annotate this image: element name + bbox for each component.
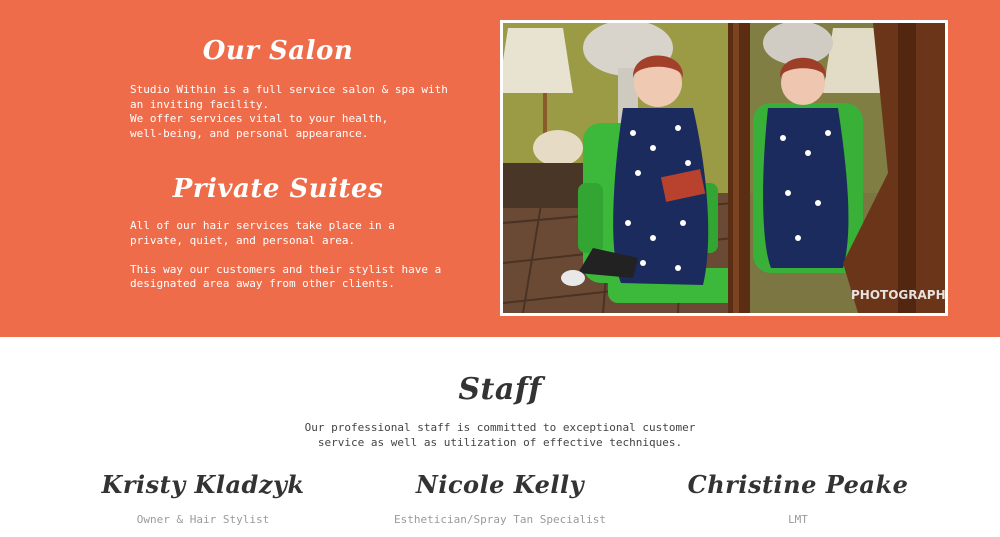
- staff-member-role: LMT: [788, 513, 808, 526]
- staff-member-role: Owner & Hair Stylist: [136, 513, 270, 526]
- staff-member-card: Christine Peake LMT: [668, 470, 928, 526]
- staff-member-card: Kristy Kladzyk Owner & Hair Stylist: [73, 470, 333, 526]
- hero-section: Our Salon Studio Within is a full servic…: [0, 0, 1000, 337]
- staff-member-role: Esthetician/Spray Tan Specialist: [394, 513, 606, 526]
- suites-heading: Private Suites: [172, 174, 384, 204]
- salon-photo: PHOTOGRAPHY: [500, 20, 948, 316]
- staff-heading: Staff: [458, 372, 542, 407]
- staff-member-name: Nicole Kelly: [415, 470, 585, 499]
- salon-photo-illustration: PHOTOGRAPHY: [503, 23, 945, 313]
- suites-description: All of our hair services take place in a…: [130, 219, 442, 290]
- staff-description: Our professional staff is committed to e…: [304, 421, 696, 449]
- salon-description: Studio Within is a full service salon & …: [130, 83, 448, 140]
- staff-member-name: Kristy Kladzyk: [101, 470, 305, 499]
- staff-member-card: Nicole Kelly Esthetician/Spray Tan Speci…: [370, 470, 630, 526]
- salon-heading: Our Salon: [202, 36, 354, 66]
- staff-member-name: Christine Peake: [687, 470, 909, 499]
- photo-watermark: PHOTOGRAPHY: [851, 288, 945, 302]
